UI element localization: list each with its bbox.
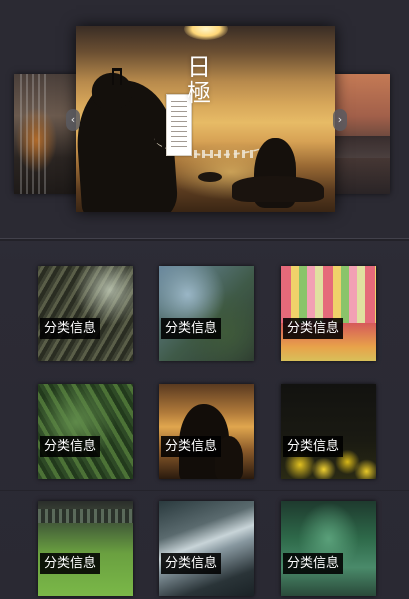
category-tile-3[interactable]: 分类信息 xyxy=(281,266,376,361)
category-tile-2[interactable]: 分类信息 xyxy=(159,266,254,361)
carousel-slide-prev[interactable] xyxy=(14,74,78,194)
category-tile-4[interactable]: 分类信息 xyxy=(38,384,133,479)
category-tile-6[interactable]: 分类信息 xyxy=(281,384,376,479)
category-label: 分类信息 xyxy=(40,436,101,457)
category-label: 分类信息 xyxy=(283,318,344,339)
category-label: 分类信息 xyxy=(161,318,222,339)
category-label: 分类信息 xyxy=(283,436,344,457)
category-tile-5[interactable]: 分类信息 xyxy=(159,384,254,479)
app-root: 日極 ‹ › 分类信息 分类信息 分类信息 分类信息 分类信息 分类信息 分类信… xyxy=(0,0,409,599)
carousel-slide-next[interactable] xyxy=(332,74,390,194)
sun-shape xyxy=(184,26,228,40)
category-tile-7[interactable]: 分类信息 xyxy=(38,501,133,596)
rock-tiny xyxy=(198,172,222,182)
chevron-right-icon[interactable]: › xyxy=(333,109,347,131)
category-label: 分类信息 xyxy=(40,553,101,574)
rope-tassels xyxy=(194,150,254,158)
category-tile-9[interactable]: 分类信息 xyxy=(281,501,376,596)
chevron-left-icon[interactable]: ‹ xyxy=(66,109,80,131)
category-label: 分类信息 xyxy=(161,436,222,457)
grid-divider xyxy=(0,490,409,491)
category-label: 分类信息 xyxy=(161,553,222,574)
torii-gate-icon xyxy=(112,68,122,87)
rock-flat xyxy=(232,176,324,202)
carousel-slide-current[interactable]: 日極 xyxy=(76,26,335,212)
category-label: 分类信息 xyxy=(40,318,101,339)
category-tile-1[interactable]: 分类信息 xyxy=(38,266,133,361)
category-label: 分类信息 xyxy=(283,553,344,574)
slide-title: 日極 xyxy=(187,53,211,107)
category-tile-8[interactable]: 分类信息 xyxy=(159,501,254,596)
image-carousel[interactable]: 日極 ‹ › xyxy=(0,0,409,239)
category-grid: 分类信息 分类信息 分类信息 分类信息 分类信息 分类信息 分类信息 分类信息 … xyxy=(0,238,409,599)
